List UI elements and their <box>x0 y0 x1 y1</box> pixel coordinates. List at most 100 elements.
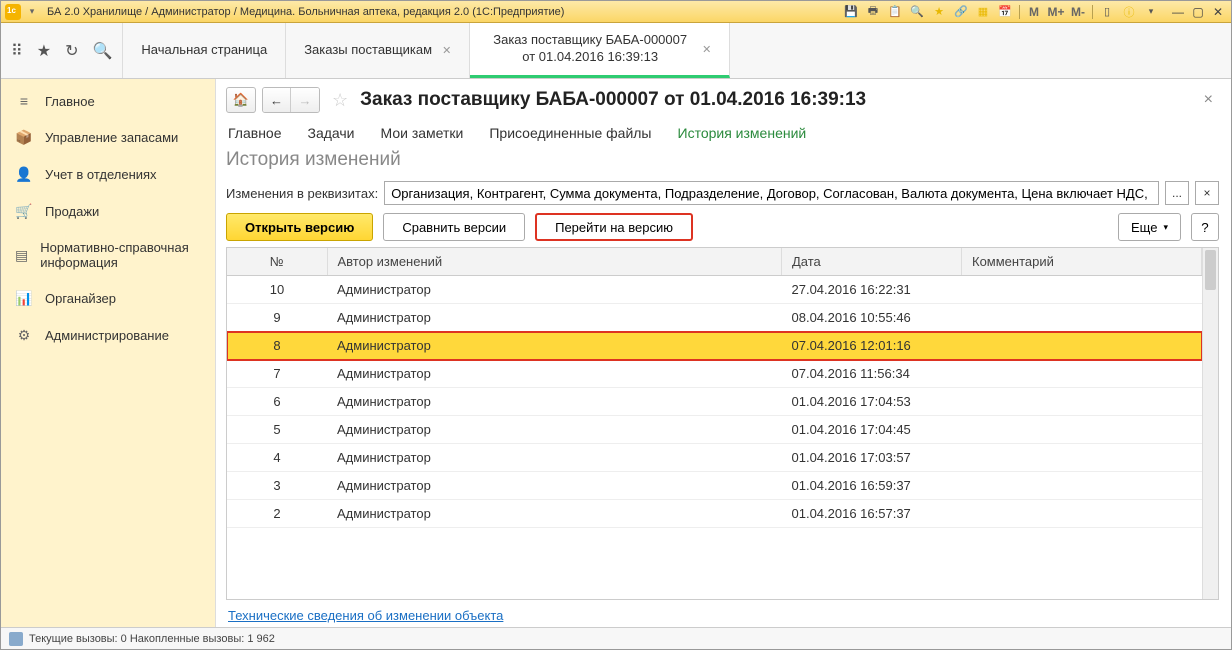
apps-icon[interactable]: ⠿ <box>11 41 23 61</box>
table-row[interactable]: 2Администратор01.04.2016 16:57:37 <box>227 500 1202 528</box>
more-button[interactable]: Еще ▾ <box>1118 213 1181 241</box>
calc-icon[interactable]: ▦ <box>975 4 991 20</box>
table-row[interactable]: 9Администратор08.04.2016 10:55:46 <box>227 304 1202 332</box>
cell-comment <box>962 332 1202 360</box>
minimize-button[interactable]: — <box>1169 5 1187 19</box>
table-row[interactable]: 7Администратор07.04.2016 11:56:34 <box>227 360 1202 388</box>
favorite-star-icon[interactable]: ☆ <box>332 90 348 111</box>
table-row[interactable]: 4Администратор01.04.2016 17:03:57 <box>227 444 1202 472</box>
status-icon <box>9 632 23 646</box>
subtab-notes[interactable]: Мои заметки <box>381 125 464 141</box>
cell-num: 4 <box>227 444 327 472</box>
page-header: 🏠 ← → ☆ Заказ поставщику БАБА-000007 от … <box>226 87 1219 113</box>
info-dropdown-icon[interactable]: ▾ <box>1143 4 1159 20</box>
search-toolbar-icon[interactable]: 🔍 <box>92 41 112 61</box>
link-icon[interactable]: 🔗 <box>953 4 969 20</box>
help-button[interactable]: ? <box>1191 213 1219 241</box>
cell-num: 2 <box>227 500 327 528</box>
titlebar: ▾ БА 2.0 Хранилище / Администратор / Мед… <box>1 1 1231 23</box>
page-close-icon[interactable]: × <box>1198 91 1219 109</box>
gear-icon: ⚙ <box>15 327 33 344</box>
subtabs: Главное Задачи Мои заметки Присоединенны… <box>226 121 1219 149</box>
more-label: Еще <box>1131 220 1157 235</box>
subtab-tasks[interactable]: Задачи <box>308 125 355 141</box>
table-row[interactable]: 5Администратор01.04.2016 17:04:45 <box>227 416 1202 444</box>
sidebar-item-organizer[interactable]: 📊 Органайзер <box>1 280 215 317</box>
goto-version-button[interactable]: Перейти на версию <box>535 213 693 241</box>
cell-comment <box>962 304 1202 332</box>
memory-m[interactable]: M <box>1026 4 1042 20</box>
home-icon: ≡ <box>15 93 33 109</box>
sidebar-item-label: Учет в отделениях <box>45 167 157 182</box>
scrollbar[interactable] <box>1202 248 1218 599</box>
table-row[interactable]: 8Администратор07.04.2016 12:01:16 <box>227 332 1202 360</box>
cell-author: Администратор <box>327 444 782 472</box>
sidebar-item-catalog[interactable]: ▤ Нормативно-справочная информация <box>1 230 215 280</box>
cell-num: 7 <box>227 360 327 388</box>
toolbar: ⠿ ★ ↻ 🔍 Начальная страница Заказы постав… <box>1 23 1231 79</box>
cell-num: 8 <box>227 332 327 360</box>
sidebar-item-label: Нормативно-справочная информация <box>40 240 201 270</box>
star-icon[interactable]: ★ <box>931 4 947 20</box>
search-icon[interactable]: 🔍 <box>909 4 925 20</box>
table-row[interactable]: 10Администратор27.04.2016 16:22:31 <box>227 276 1202 304</box>
sidebar-item-label: Управление запасами <box>45 130 178 145</box>
sidebar-item-admin[interactable]: ⚙ Администрирование <box>1 317 215 354</box>
table-row[interactable]: 3Администратор01.04.2016 16:59:37 <box>227 472 1202 500</box>
cell-author: Администратор <box>327 416 782 444</box>
app-menu-dropdown-icon[interactable]: ▾ <box>25 5 39 19</box>
sidebar: ≡ Главное 📦 Управление запасами 👤 Учет в… <box>1 79 216 627</box>
forward-button[interactable]: → <box>291 88 319 112</box>
col-date[interactable]: Дата <box>782 248 962 276</box>
table-row[interactable]: 6Администратор01.04.2016 17:04:53 <box>227 388 1202 416</box>
separator <box>1092 5 1093 19</box>
sidebar-item-inventory[interactable]: 📦 Управление запасами <box>1 119 215 156</box>
cell-comment <box>962 472 1202 500</box>
close-button[interactable]: ✕ <box>1209 5 1227 19</box>
tab-order[interactable]: Заказ поставщику БАБА-000007 от 01.04.20… <box>470 23 730 78</box>
filter-clear-button[interactable]: × <box>1195 181 1219 205</box>
cell-comment <box>962 416 1202 444</box>
scrollbar-thumb[interactable] <box>1205 250 1216 290</box>
save-icon[interactable]: 💾 <box>843 4 859 20</box>
subtab-history[interactable]: История изменений <box>678 125 807 141</box>
memory-mplus[interactable]: M+ <box>1048 4 1064 20</box>
sidebar-item-main[interactable]: ≡ Главное <box>1 83 215 119</box>
tab-close-icon[interactable]: ✕ <box>702 43 711 56</box>
open-version-button[interactable]: Открыть версию <box>226 213 373 241</box>
col-num[interactable]: № <box>227 248 327 276</box>
compare-versions-button[interactable]: Сравнить версии <box>383 213 525 241</box>
calendar-icon[interactable]: 📅 <box>997 4 1013 20</box>
col-author[interactable]: Автор изменений <box>327 248 782 276</box>
memory-mminus[interactable]: M- <box>1070 4 1086 20</box>
tab-start[interactable]: Начальная страница <box>123 23 286 78</box>
tab-orders[interactable]: Заказы поставщикам ✕ <box>286 23 470 78</box>
tab-close-icon[interactable]: ✕ <box>442 44 451 57</box>
panel-icon[interactable]: ▯ <box>1099 4 1115 20</box>
cell-comment <box>962 444 1202 472</box>
window-title: БА 2.0 Хранилище / Администратор / Медиц… <box>43 6 839 18</box>
sidebar-item-departments[interactable]: 👤 Учет в отделениях <box>1 156 215 193</box>
cell-date: 01.04.2016 16:59:37 <box>782 472 962 500</box>
history-icon[interactable]: ↻ <box>65 41 78 61</box>
subtab-files[interactable]: Присоединенные файлы <box>489 125 651 141</box>
col-comment[interactable]: Комментарий <box>962 248 1202 276</box>
cell-author: Администратор <box>327 500 782 528</box>
section-title: История изменений <box>226 149 1219 171</box>
tab-label: Заказы поставщикам <box>304 42 432 59</box>
tech-info-link[interactable]: Технические сведения об изменении объект… <box>228 608 1217 623</box>
cell-comment <box>962 388 1202 416</box>
filter-input[interactable] <box>384 181 1159 205</box>
filter-ellipsis-button[interactable]: ... <box>1165 181 1189 205</box>
cell-comment <box>962 500 1202 528</box>
paste-icon[interactable]: 📋 <box>887 4 903 20</box>
info-icon[interactable]: ⓘ <box>1121 4 1137 20</box>
cell-date: 01.04.2016 17:04:45 <box>782 416 962 444</box>
home-button[interactable]: 🏠 <box>226 87 256 113</box>
subtab-main[interactable]: Главное <box>228 125 282 141</box>
sidebar-item-sales[interactable]: 🛒 Продажи <box>1 193 215 230</box>
maximize-button[interactable]: ▢ <box>1189 5 1207 19</box>
back-button[interactable]: ← <box>263 88 291 112</box>
favorites-icon[interactable]: ★ <box>37 41 51 61</box>
print-icon[interactable]: 🖶 <box>865 4 881 20</box>
